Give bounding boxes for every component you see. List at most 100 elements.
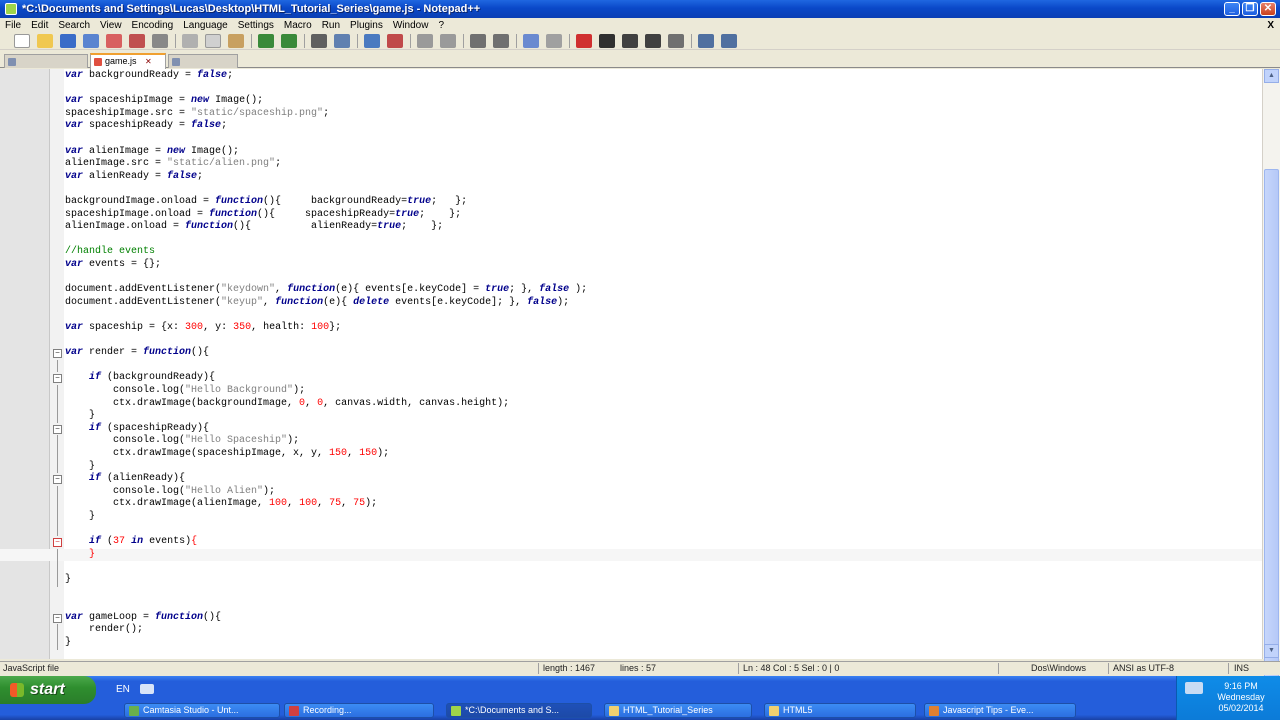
- code-line[interactable]: [0, 83, 1262, 96]
- stop-macro-icon[interactable]: [599, 33, 615, 48]
- code-line[interactable]: [0, 599, 1262, 612]
- tab-previous[interactable]: [4, 54, 88, 68]
- play-macro-icon[interactable]: [622, 33, 638, 48]
- fold-toggle-icon[interactable]: −: [53, 424, 62, 434]
- new-file-icon[interactable]: [14, 33, 30, 48]
- sync-vertical-icon[interactable]: [417, 33, 433, 48]
- menu-encoding[interactable]: Encoding: [127, 20, 179, 31]
- record-macro-icon[interactable]: [576, 33, 592, 48]
- scroll-down-arrow-icon[interactable]: ▼: [1264, 644, 1279, 658]
- code-line[interactable]: }: [0, 574, 1262, 587]
- code-line[interactable]: }: [0, 637, 1262, 650]
- code-line[interactable]: − if (alienReady){: [0, 473, 1262, 486]
- code-line[interactable]: var alienReady = false;: [0, 171, 1262, 184]
- clock[interactable]: 9:16 PM Wednesday 05/02/2014: [1203, 681, 1279, 714]
- code-line[interactable]: document.addEventListener("keyup", funct…: [0, 297, 1262, 310]
- code-line[interactable]: − if (spaceshipReady){: [0, 423, 1262, 436]
- code-line[interactable]: }: [0, 460, 1262, 474]
- menu-plugins[interactable]: Plugins: [345, 20, 388, 31]
- menu-run[interactable]: Run: [317, 20, 345, 31]
- code-line[interactable]: console.log("Hello Background");: [0, 385, 1262, 398]
- tab-next[interactable]: [168, 54, 238, 68]
- code-line[interactable]: alienImage.src = "static/alien.png";: [0, 158, 1262, 171]
- indent-guide-icon[interactable]: [523, 33, 539, 48]
- menu-file[interactable]: File: [0, 20, 26, 31]
- show-all-chars-icon[interactable]: [493, 33, 509, 48]
- close-all-icon[interactable]: [129, 33, 145, 48]
- menu-view[interactable]: View: [95, 20, 127, 31]
- code-line[interactable]: backgroundImage.onload = function(){ bac…: [0, 196, 1262, 209]
- close-document-button[interactable]: X: [1267, 20, 1274, 31]
- code-line[interactable]: ctx.drawImage(alienImage, 100, 100, 75, …: [0, 498, 1262, 511]
- code-line[interactable]: ctx.drawImage(backgroundImage, 0, 0, can…: [0, 397, 1262, 411]
- code-line[interactable]: var spaceshipImage = new Image();: [0, 95, 1262, 108]
- task-html-tutorial-series[interactable]: HTML_Tutorial_Series: [604, 703, 752, 718]
- minimize-button[interactable]: _: [1224, 2, 1240, 16]
- code-line[interactable]: [0, 309, 1262, 322]
- menu-window[interactable]: Window: [388, 20, 434, 31]
- fold-toggle-icon[interactable]: −: [53, 475, 62, 485]
- fold-toggle-icon[interactable]: −: [53, 374, 62, 384]
- scroll-up-arrow-icon[interactable]: ▲: [1264, 69, 1279, 83]
- network-icon[interactable]: [1185, 682, 1203, 694]
- fold-toggle-icon[interactable]: −: [53, 538, 62, 548]
- save-macro-icon[interactable]: [668, 33, 684, 48]
- word-wrap-icon[interactable]: [470, 33, 486, 48]
- code-editor[interactable]: var backgroundReady = false; var spaceshi…: [0, 69, 1262, 659]
- start-button[interactable]: start: [0, 676, 96, 704]
- menu-help[interactable]: ?: [433, 20, 449, 31]
- code-line[interactable]: − var gameLoop = function(){: [0, 612, 1262, 625]
- code-line[interactable]: }: [0, 410, 1262, 423]
- code-line[interactable]: console.log("Hello Alien");: [0, 485, 1262, 499]
- code-line[interactable]: console.log("Hello Spaceship");: [0, 435, 1262, 448]
- task-camtasia[interactable]: Camtasia Studio - Unt...: [124, 703, 280, 718]
- code-line[interactable]: var events = {};: [0, 259, 1262, 272]
- task-javascript-tips[interactable]: Javascript Tips - Eve...: [924, 703, 1076, 718]
- paste-icon[interactable]: [228, 33, 244, 48]
- maximize-button[interactable]: ❐: [1242, 2, 1258, 16]
- code-line[interactable]: [0, 523, 1262, 537]
- dropdown-icon[interactable]: [721, 33, 737, 48]
- code-line[interactable]: spaceshipImage.src = "static/spaceship.p…: [0, 108, 1262, 121]
- tab-game-js[interactable]: game.js ✕: [90, 53, 166, 69]
- code-line[interactable]: [0, 335, 1262, 348]
- scroll-thumb[interactable]: [1264, 169, 1279, 689]
- task-recording[interactable]: Recording...: [284, 703, 434, 718]
- sync-horizontal-icon[interactable]: [440, 33, 456, 48]
- run-macro-multiple-icon[interactable]: [645, 33, 661, 48]
- save-all-icon[interactable]: [83, 33, 99, 48]
- code-line[interactable]: var alienImage = new Image();: [0, 146, 1262, 159]
- task-html5[interactable]: HTML5: [764, 703, 916, 718]
- code-line[interactable]: alienImage.onload = function(){ alienRea…: [0, 221, 1262, 234]
- code-line[interactable]: //handle events: [0, 246, 1262, 259]
- code-line[interactable]: [0, 587, 1262, 600]
- zoom-in-icon[interactable]: [364, 33, 380, 48]
- redo-icon[interactable]: [281, 33, 297, 48]
- code-line[interactable]: [0, 561, 1262, 574]
- title-bar[interactable]: *C:\Documents and Settings\Lucas\Desktop…: [0, 0, 1280, 18]
- copy-icon[interactable]: [205, 33, 221, 48]
- open-file-icon[interactable]: [37, 33, 53, 48]
- close-file-icon[interactable]: [106, 33, 122, 48]
- menu-search[interactable]: Search: [53, 20, 95, 31]
- task-notepad[interactable]: *C:\Documents and S...: [446, 703, 592, 718]
- code-line[interactable]: [0, 272, 1262, 285]
- fold-toggle-icon[interactable]: −: [53, 613, 62, 623]
- code-line[interactable]: document.addEventListener("keydown", fun…: [0, 284, 1262, 297]
- code-line[interactable]: var backgroundReady = false;: [0, 70, 1262, 83]
- code-line[interactable]: [0, 133, 1262, 146]
- code-line[interactable]: spaceshipImage.onload = function(){ spac…: [0, 209, 1262, 222]
- cut-icon[interactable]: [182, 33, 198, 48]
- doc-map-icon[interactable]: [546, 33, 562, 48]
- replace-icon[interactable]: [334, 33, 350, 48]
- menu-macro[interactable]: Macro: [279, 20, 317, 31]
- code-line[interactable]: ctx.drawImage(spaceshipImage, x, y, 150,…: [0, 448, 1262, 461]
- tab-close-icon[interactable]: ✕: [145, 57, 152, 66]
- code-line[interactable]: var spaceshipReady = false;: [0, 120, 1262, 133]
- code-line[interactable]: [0, 183, 1262, 196]
- vertical-scrollbar[interactable]: ▲ ▼: [1262, 69, 1280, 689]
- print-icon[interactable]: [152, 33, 168, 48]
- code-line[interactable]: − if (37 in events){: [0, 536, 1262, 549]
- find-icon[interactable]: [311, 33, 327, 48]
- language-indicator[interactable]: EN: [116, 684, 130, 695]
